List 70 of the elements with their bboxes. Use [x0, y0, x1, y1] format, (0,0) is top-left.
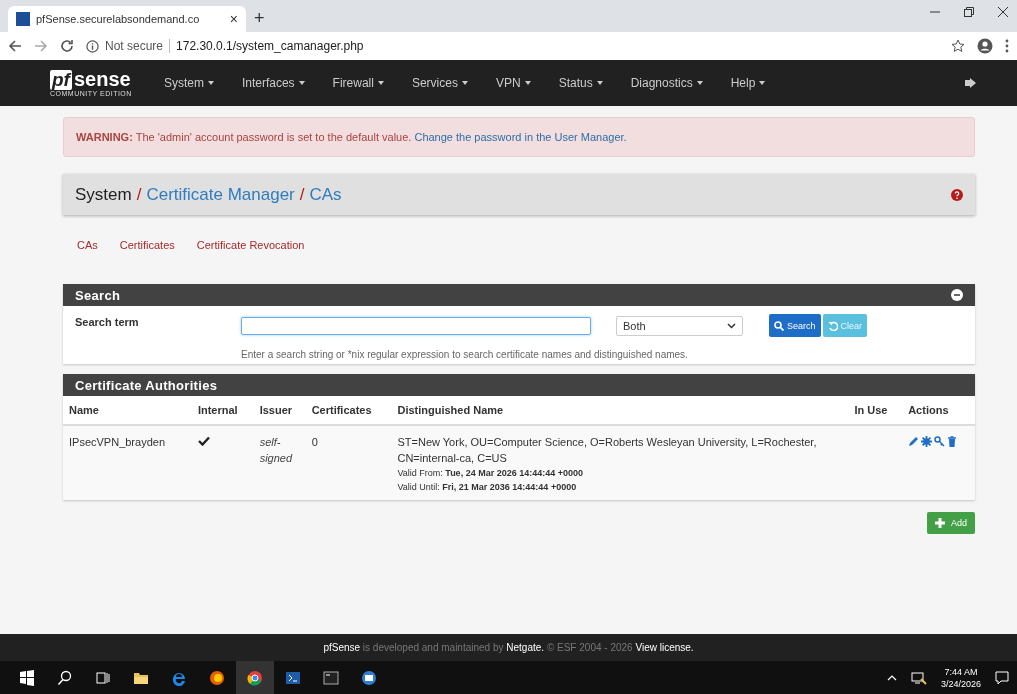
user-manager-link[interactable]: Change the password in the User Manager. [414, 131, 627, 143]
security-label: Not secure [105, 39, 164, 53]
clock-time: 7:44 AM [944, 665, 978, 678]
tab[interactable]: Certificates [119, 239, 175, 251]
search-icon [774, 320, 784, 331]
warning-message: WARNING: The 'admin' account password is set to the default value. [76, 131, 412, 143]
trash-icon[interactable] [947, 436, 958, 447]
tab[interactable]: CAs [77, 239, 98, 251]
table-cell: ST=New York, OU=Computer Science, O=Roberts Wesleyan University, L=Rochester, CN=internal-ca, C=US [397, 436, 817, 464]
breadcrumb-label: System [75, 184, 132, 205]
nav-menu-item[interactable]: Services [397, 76, 482, 90]
field-label: Search term [75, 315, 140, 330]
breadcrumb-separator: / [299, 184, 305, 205]
search-icon[interactable] [57, 669, 73, 686]
nav-menu-item[interactable]: Help [716, 76, 780, 90]
fox-globe-icon[interactable] [209, 669, 225, 686]
undo-icon [827, 320, 838, 331]
clock[interactable]: 7:44 AM 3/24/2026 [940, 665, 981, 690]
valid-until-text: Valid Until: Fri, 21 Mar 2036 14:44:44 +0000 [397, 481, 578, 494]
help-text: Enter a search string or *nix regular expression to search certificate names and distinguished names. [241, 348, 689, 360]
reload-icon[interactable] [60, 39, 74, 53]
kebab-menu-icon[interactable] [1005, 39, 1009, 53]
collapse-icon[interactable] [951, 289, 963, 301]
address-field[interactable]: 172.30.0.1/system_camanager.php [176, 39, 364, 53]
info-icon [86, 39, 99, 53]
nav-menu-item[interactable]: VPN [481, 76, 545, 90]
gear-icon[interactable] [921, 436, 933, 447]
tab[interactable]: Certificate Revocation [196, 239, 305, 251]
tab-title: pfSense.securelabsondemand.co [36, 13, 201, 25]
clock-date: 3/24/2026 [940, 677, 981, 690]
chevron-up-icon[interactable] [886, 674, 897, 681]
app-window-icon[interactable] [361, 669, 377, 686]
network-icon[interactable] [910, 670, 927, 685]
chevron-down-icon [727, 322, 736, 329]
key-icon[interactable] [934, 436, 946, 447]
back-icon[interactable] [8, 39, 22, 53]
nav-menu-item[interactable]: Status [544, 76, 617, 90]
search-field[interactable] [241, 316, 591, 335]
valid-from-text: Valid From: Tue, 24 Mar 2026 14:44:44 +0000 [397, 467, 584, 480]
footer-text: pfSense is developed and maintained by Netgate. © ESF 2004 - 2026 View license. [323, 642, 694, 653]
console-window-icon[interactable] [323, 669, 339, 686]
account-icon[interactable] [977, 38, 993, 54]
table-cell: self-signed [253, 425, 306, 500]
scope-dropdown[interactable]: Both [616, 315, 743, 336]
terminal-prompt-icon[interactable] [285, 669, 301, 686]
panel-title: Certificate Authorities [75, 377, 218, 393]
favicon-icon [16, 12, 30, 26]
round-browser-icon[interactable] [247, 669, 263, 686]
search-button[interactable]: Search [769, 314, 821, 337]
bookmark-star-icon[interactable] [951, 39, 965, 53]
nav-menu-item[interactable]: Diagnostics [616, 76, 717, 90]
close-icon[interactable] [997, 6, 1009, 18]
breadcrumb-separator: / [136, 184, 142, 205]
pencil-icon[interactable] [908, 436, 920, 447]
table-cell: IPsecVPN_brayden [63, 425, 192, 500]
windows-logo-icon[interactable] [19, 669, 35, 686]
nav-menu-item[interactable]: System [149, 76, 228, 90]
help-icon[interactable] [951, 188, 963, 201]
nav-menu-item[interactable]: Firewall [318, 76, 398, 90]
nav-menu-item[interactable]: Interfaces [227, 76, 319, 90]
table-cell: 0 [305, 425, 392, 500]
new-tab-button[interactable]: + [254, 7, 265, 29]
restore-icon[interactable] [963, 6, 975, 18]
task-view-icon[interactable] [95, 669, 111, 686]
panel-title: Search [75, 287, 121, 303]
notification-icon[interactable] [995, 670, 1009, 685]
browser-tab[interactable]: pfSense.securelabsondemand.co × [8, 6, 246, 32]
logout-icon[interactable] [964, 77, 977, 89]
close-tab-button[interactable]: × [229, 11, 238, 27]
plus-icon [935, 518, 945, 528]
